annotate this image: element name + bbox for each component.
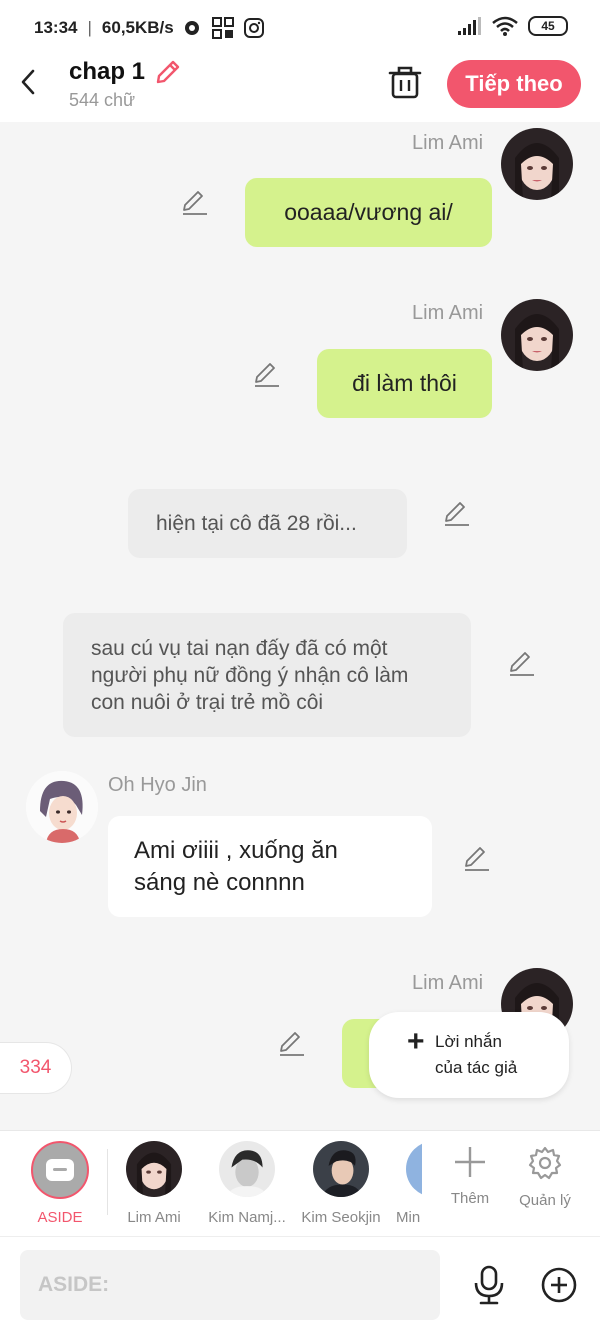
avatar-kim-namjoon-icon	[219, 1141, 275, 1197]
aside-avatar	[31, 1141, 89, 1199]
character-kim-seokjin[interactable]: Kim Seokjin	[300, 1141, 382, 1226]
author-note-button[interactable]: + Lời nhắn của tác giả	[369, 1012, 569, 1098]
status-right: 45	[458, 16, 568, 36]
avatar[interactable]	[501, 299, 573, 371]
sync-icon	[184, 21, 199, 35]
character-label: ASIDE	[37, 1209, 83, 1226]
narration-bubble[interactable]: hiện tại cô đã 28 rồi...	[128, 489, 407, 558]
status-bar: 13:34 | 60,5KB/s 45	[0, 0, 600, 56]
sender-name: Lim Ami	[412, 132, 484, 154]
qr-app-icon	[211, 17, 234, 39]
narration-line: người phụ nữ đồng ý nhận cô làm	[91, 663, 409, 687]
edit-title-icon[interactable]	[154, 58, 182, 86]
status-separator: |	[87, 18, 92, 37]
header: chap 1 544 chữ Tiếp theo	[0, 56, 600, 122]
back-button[interactable]	[14, 64, 42, 100]
sender-name: Lim Ami	[412, 972, 484, 994]
character-label: Min	[396, 1209, 421, 1226]
add-label: Thêm	[450, 1190, 490, 1207]
message-counter[interactable]: 334	[0, 1042, 72, 1094]
edit-message-icon[interactable]	[181, 188, 209, 216]
word-count: 544 chữ	[69, 90, 136, 110]
add-circle-icon[interactable]	[540, 1266, 578, 1304]
next-button[interactable]: Tiếp theo	[447, 60, 581, 108]
character-label: Kim Seokjin	[301, 1209, 381, 1226]
status-time: 13:34	[34, 18, 78, 37]
gear-icon	[528, 1146, 562, 1180]
divider	[107, 1149, 108, 1215]
trash-icon[interactable]	[388, 64, 422, 100]
avatar	[313, 1141, 369, 1197]
avatar-lim-ami-icon	[501, 128, 573, 200]
instagram-icon	[243, 18, 264, 38]
avatar-oh-hyo-jin-icon	[26, 771, 98, 843]
avatar	[219, 1141, 275, 1197]
avatar[interactable]	[26, 771, 98, 843]
avatar-lim-ami-icon	[501, 299, 573, 371]
narration-line: sau cú vụ tai nạn đấy đã có một	[91, 636, 388, 660]
sender-name: Lim Ami	[412, 302, 484, 324]
character-min[interactable]: Min	[396, 1141, 422, 1226]
author-note-label: Lời nhắn	[435, 1032, 502, 1051]
battery-icon: 45	[528, 16, 568, 36]
avatar	[406, 1141, 422, 1197]
chat-area: Lim Ami ooaaa/vương ai/ Lim Ami đi làm t…	[0, 122, 600, 1130]
character-bar: ASIDE Lim Ami Kim Namj... Kim Seokjin Mi…	[0, 1130, 600, 1236]
signal-icon	[458, 17, 481, 35]
edit-message-icon[interactable]	[443, 499, 471, 527]
narration-bubble[interactable]: sau cú vụ tai nạn đấy đã có một người ph…	[63, 613, 471, 737]
message-bubble[interactable]: Ami ơiiii , xuống ăn sáng nè connnn	[108, 816, 432, 917]
back-arrow-icon	[21, 69, 35, 95]
manage-label: Quản lý	[519, 1192, 571, 1209]
add-character-button[interactable]: Thêm	[435, 1145, 505, 1207]
chapter-title: chap 1	[69, 58, 146, 85]
edit-message-icon[interactable]	[463, 844, 491, 872]
edit-message-icon[interactable]	[253, 360, 281, 388]
character-label: Lim Ami	[127, 1209, 181, 1226]
avatar[interactable]	[501, 128, 573, 200]
status-left: 13:34 | 60,5KB/s	[34, 17, 264, 39]
avatar-min-icon	[406, 1141, 422, 1197]
avatar-lim-ami-icon	[126, 1141, 182, 1197]
wifi-icon	[492, 16, 518, 36]
character-lim-ami[interactable]: Lim Ami	[116, 1141, 192, 1226]
message-bubble[interactable]: ooaaa/vương ai/	[245, 178, 492, 247]
message-line: Ami ơiiii , xuống ăn	[134, 836, 338, 864]
manage-button[interactable]: Quản lý	[510, 1145, 580, 1209]
author-note-label: của tác giả	[435, 1058, 518, 1077]
message-line: sáng nè connnn	[134, 868, 305, 896]
narration-line: con nuôi ở trại trẻ mồ côi	[91, 690, 324, 714]
input-bar	[0, 1236, 600, 1333]
character-label: Kim Namj...	[208, 1209, 286, 1226]
avatar-kim-seokjin-icon	[313, 1141, 369, 1197]
character-aside[interactable]: ASIDE	[22, 1141, 98, 1226]
character-kim-namjoon[interactable]: Kim Namj...	[204, 1141, 290, 1226]
sender-name: Oh Hyo Jin	[108, 774, 207, 796]
plus-icon: +	[407, 1025, 425, 1058]
microphone-icon[interactable]	[471, 1265, 507, 1305]
edit-message-icon[interactable]	[278, 1029, 306, 1057]
plus-icon	[455, 1147, 485, 1177]
network-speed: 60,5KB/s	[101, 18, 174, 37]
edit-message-icon[interactable]	[508, 649, 536, 677]
comment-icon	[46, 1159, 74, 1181]
message-bubble[interactable]: đi làm thôi	[317, 349, 492, 418]
message-input[interactable]	[20, 1250, 440, 1320]
avatar	[126, 1141, 182, 1197]
